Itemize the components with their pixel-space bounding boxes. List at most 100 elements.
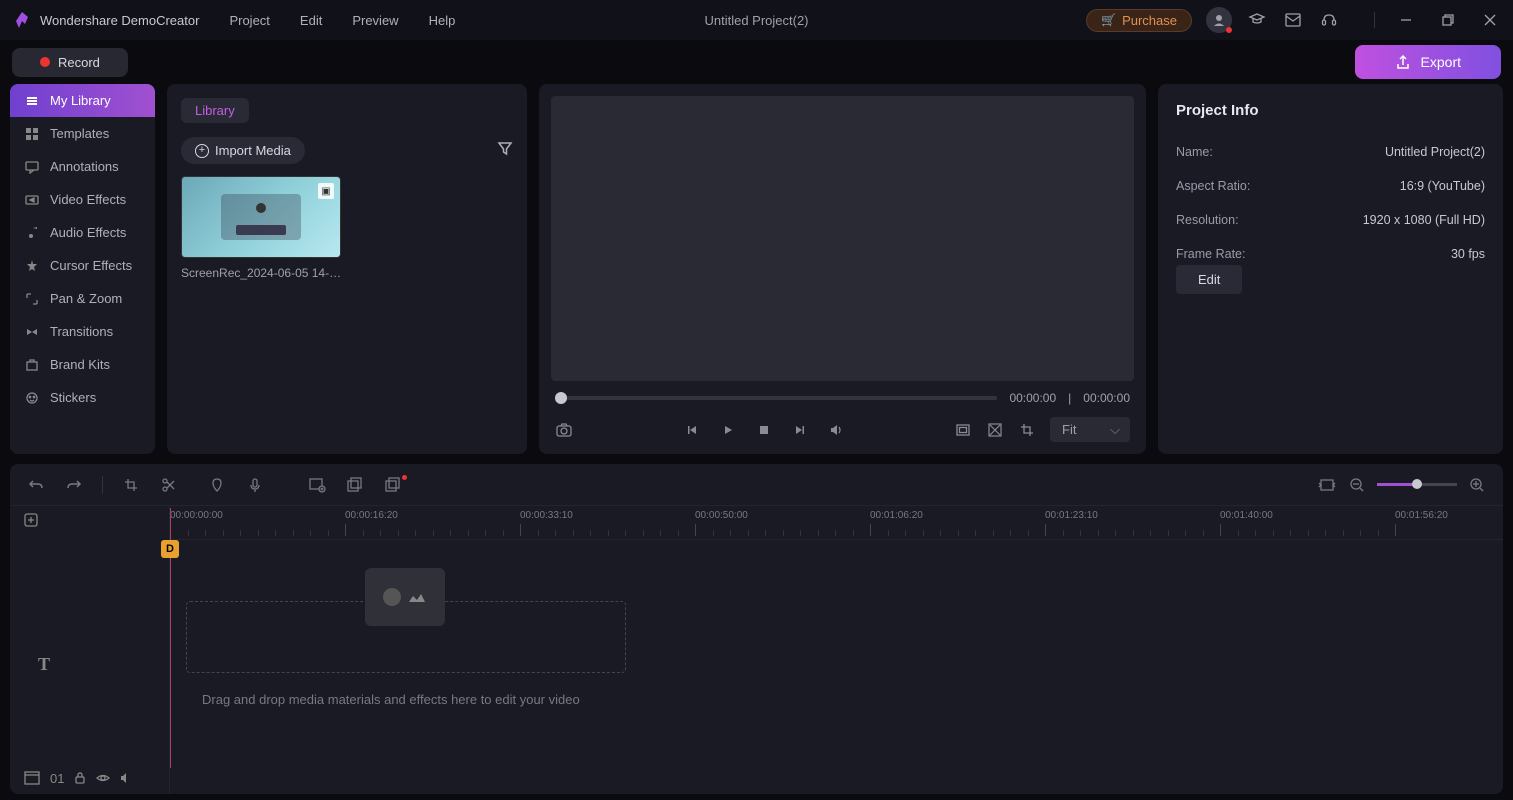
sidebar-my-library[interactable]: My Library xyxy=(10,84,155,117)
safe-zone-button[interactable] xyxy=(954,423,972,437)
batch-button[interactable] xyxy=(383,477,403,493)
text-track-icon[interactable]: T xyxy=(38,654,50,675)
eye-icon[interactable] xyxy=(96,772,110,784)
cursor-effects-icon xyxy=(24,259,40,273)
timeline-toolbar xyxy=(10,464,1503,506)
video-track-header[interactable]: 01 xyxy=(10,762,169,794)
sidebar-label: Video Effects xyxy=(50,192,126,207)
menubar: Project Edit Preview Help xyxy=(229,13,455,28)
add-track-button[interactable] xyxy=(10,506,169,539)
filter-button[interactable] xyxy=(497,140,513,161)
timeline-leftbar: T 01 xyxy=(10,506,170,794)
transitions-icon xyxy=(24,325,40,339)
stickers-icon xyxy=(24,391,40,405)
separator xyxy=(1374,12,1375,28)
ruler-tick: 00:01:40:00 xyxy=(1220,510,1273,521)
video-effects-icon xyxy=(24,193,40,207)
menu-preview[interactable]: Preview xyxy=(352,13,398,28)
learn-button[interactable] xyxy=(1246,9,1268,31)
sidebar-label: Cursor Effects xyxy=(50,258,132,273)
lock-icon[interactable] xyxy=(74,772,86,784)
purchase-button[interactable]: 🛒 Purchase xyxy=(1086,9,1192,32)
media-item[interactable]: ▣ ScreenRec_2024-06-05 14-1… xyxy=(181,176,343,280)
duplicate-button[interactable] xyxy=(345,477,365,493)
crop-button[interactable] xyxy=(1018,423,1036,437)
app-logo-icon xyxy=(12,10,32,30)
menu-help[interactable]: Help xyxy=(429,13,456,28)
maximize-button[interactable] xyxy=(1437,9,1459,31)
sidebar-label: Pan & Zoom xyxy=(50,291,122,306)
sidebar-stickers[interactable]: Stickers xyxy=(10,381,155,414)
feedback-button[interactable] xyxy=(1318,9,1340,31)
time-ruler[interactable]: 00:00:00:0000:00:16:2000:00:33:1000:00:5… xyxy=(170,506,1503,540)
undo-button[interactable] xyxy=(26,477,46,493)
redo-button[interactable] xyxy=(64,477,84,493)
sidebar-pan-zoom[interactable]: Pan & Zoom xyxy=(10,282,155,315)
import-media-button[interactable]: + Import Media xyxy=(181,137,305,164)
grid-button[interactable] xyxy=(986,423,1004,437)
menu-edit[interactable]: Edit xyxy=(300,13,322,28)
info-resolution-value: 1920 x 1080 (Full HD) xyxy=(1363,213,1485,227)
mute-icon[interactable] xyxy=(120,772,132,784)
sidebar-transitions[interactable]: Transitions xyxy=(10,315,155,348)
close-button[interactable] xyxy=(1479,9,1501,31)
export-button[interactable]: Export xyxy=(1355,45,1501,79)
total-time: 00:00:00 xyxy=(1083,391,1130,405)
snapshot-button[interactable] xyxy=(555,423,573,437)
info-framerate-value: 30 fps xyxy=(1451,247,1485,261)
media-type-icon: ▣ xyxy=(318,183,334,199)
zoom-in-button[interactable] xyxy=(1467,477,1487,493)
sidebar-templates[interactable]: Templates xyxy=(10,117,155,150)
record-button[interactable]: Record xyxy=(12,48,128,77)
sidebar-label: Annotations xyxy=(50,159,119,174)
stop-button[interactable] xyxy=(755,424,773,436)
sidebar-label: Templates xyxy=(50,126,109,141)
zoom-fit-button[interactable] xyxy=(1317,478,1337,492)
notification-dot-icon xyxy=(1226,27,1232,33)
zoom-out-button[interactable] xyxy=(1347,477,1367,493)
library-header: + Import Media xyxy=(181,137,513,164)
zoom-fit-select[interactable]: Fit xyxy=(1050,417,1130,442)
next-frame-button[interactable] xyxy=(791,424,809,436)
timeline-tracks[interactable]: 00:00:00:0000:00:16:2000:00:33:1000:00:5… xyxy=(170,506,1503,794)
ruler-tick: 00:00:00:00 xyxy=(170,510,223,521)
play-button[interactable] xyxy=(719,424,737,436)
media-thumbnail[interactable]: ▣ xyxy=(181,176,341,258)
window-controls xyxy=(1364,9,1501,31)
split-button[interactable] xyxy=(159,477,179,493)
marker-tool-button[interactable] xyxy=(207,477,227,493)
sidebar-annotations[interactable]: Annotations xyxy=(10,150,155,183)
timeline-zoom xyxy=(1317,477,1487,493)
sidebar-video-effects[interactable]: Video Effects xyxy=(10,183,155,216)
sidebar-cursor-effects[interactable]: Cursor Effects xyxy=(10,249,155,282)
ruler-tick: 00:00:50:00 xyxy=(695,510,748,521)
ruler-tick: 00:01:06:20 xyxy=(870,510,923,521)
timeline-body: T 01 00:00:00:0000:00:16:2000:00:33:1000… xyxy=(10,506,1503,794)
library-tab[interactable]: Library xyxy=(181,98,249,123)
annotations-icon xyxy=(24,160,40,174)
prev-frame-button[interactable] xyxy=(683,424,701,436)
edit-project-button[interactable]: Edit xyxy=(1176,265,1242,294)
voiceover-button[interactable] xyxy=(245,477,265,493)
export-icon xyxy=(1395,54,1411,70)
group-button[interactable] xyxy=(307,477,327,493)
volume-button[interactable] xyxy=(827,423,845,437)
sidebar-brand-kits[interactable]: Brand Kits xyxy=(10,348,155,381)
sidebar-audio-effects[interactable]: Audio Effects xyxy=(10,216,155,249)
ruler-tick: 00:00:16:20 xyxy=(345,510,398,521)
playhead-marker[interactable]: D xyxy=(161,540,179,558)
notification-dot-icon xyxy=(402,475,407,480)
separator xyxy=(102,476,103,494)
menu-project[interactable]: Project xyxy=(229,13,269,28)
minimize-button[interactable] xyxy=(1395,9,1417,31)
info-aspect-label: Aspect Ratio: xyxy=(1176,179,1250,193)
templates-icon xyxy=(24,127,40,141)
preview-canvas[interactable] xyxy=(551,96,1134,381)
crop-tool-button[interactable] xyxy=(121,477,141,493)
titlebar: Wondershare DemoCreator Project Edit Pre… xyxy=(0,0,1513,40)
messages-button[interactable] xyxy=(1282,9,1304,31)
scrub-slider[interactable] xyxy=(555,396,997,400)
zoom-slider[interactable] xyxy=(1377,483,1457,486)
account-button[interactable] xyxy=(1206,7,1232,33)
brand-kits-icon xyxy=(24,358,40,372)
